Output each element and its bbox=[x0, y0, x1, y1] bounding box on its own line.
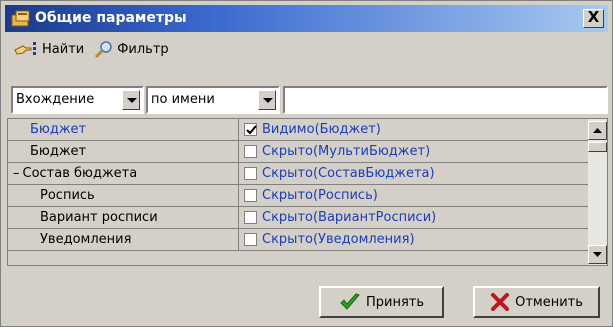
row-name: Состав бюджета bbox=[22, 166, 138, 181]
match-field-value: по имени bbox=[151, 92, 215, 107]
filter-button[interactable]: Фильтр bbox=[94, 40, 169, 58]
arrow-up-icon bbox=[593, 128, 602, 133]
match-field-select[interactable]: по имени bbox=[146, 86, 280, 114]
row-value-cell[interactable]: Скрыто(СоставБюджета) bbox=[239, 163, 588, 185]
visibility-checkbox[interactable] bbox=[244, 123, 257, 136]
find-icon bbox=[14, 42, 36, 55]
table-row[interactable]: Бюджет Скрыто(МультиБюджет) bbox=[8, 141, 588, 163]
row-value: Видимо(Бюджет) bbox=[262, 122, 381, 137]
row-value: Скрыто(МультиБюджет) bbox=[262, 144, 431, 159]
accept-label: Принять bbox=[365, 294, 425, 310]
row-name-cell[interactable]: Уведомления bbox=[8, 229, 239, 251]
cross-icon bbox=[491, 293, 510, 311]
table-row[interactable]: – Состав бюджета Скрыто(СоставБюджета) bbox=[8, 163, 588, 185]
table-row[interactable]: Уведомления Скрыто(Уведомления) bbox=[8, 229, 588, 251]
row-value-cell[interactable]: Скрыто(ВариантРосписи) bbox=[239, 207, 588, 229]
checkmark-icon bbox=[340, 293, 360, 310]
row-value-cell[interactable]: Скрыто(Роспись) bbox=[239, 185, 588, 207]
arrow-down-icon bbox=[593, 252, 602, 257]
visibility-checkbox[interactable] bbox=[244, 145, 257, 158]
row-value-cell[interactable]: Видимо(Бюджет) bbox=[239, 119, 588, 141]
table-row[interactable]: Роспись Скрыто(Роспись) bbox=[8, 185, 588, 207]
match-mode-value: Вхождение bbox=[16, 92, 95, 107]
row-value-cell[interactable]: Скрыто(МультиБюджет) bbox=[239, 141, 588, 163]
cancel-button[interactable]: Отменить bbox=[473, 286, 600, 318]
row-value: Скрыто(ВариантРосписи) bbox=[262, 210, 437, 225]
collapse-icon[interactable]: – bbox=[13, 166, 20, 181]
table-row[interactable]: Вариант росписи Скрыто(ВариантРосписи) bbox=[8, 207, 588, 229]
chevron-down-icon[interactable] bbox=[122, 90, 140, 110]
chevron-down-icon[interactable] bbox=[258, 90, 276, 110]
row-value-cell[interactable]: Скрыто(Уведомления) bbox=[239, 229, 588, 251]
filter-label: Фильтр bbox=[117, 41, 169, 57]
row-name-cell[interactable]: Бюджет bbox=[8, 119, 239, 141]
close-icon: X bbox=[587, 8, 600, 26]
app-icon bbox=[11, 9, 31, 27]
search-input[interactable] bbox=[283, 86, 608, 114]
vertical-scrollbar[interactable] bbox=[588, 119, 607, 265]
row-name-cell[interactable]: Вариант росписи bbox=[8, 207, 239, 229]
row-name-cell[interactable]: – Состав бюджета bbox=[8, 163, 239, 185]
scroll-thumb[interactable] bbox=[588, 142, 607, 152]
visibility-checkbox[interactable] bbox=[244, 167, 257, 180]
row-name-cell[interactable]: Бюджет bbox=[8, 141, 239, 163]
checkmark-icon bbox=[246, 125, 257, 135]
row-name: Роспись bbox=[40, 188, 95, 203]
row-name-cell[interactable]: Роспись bbox=[8, 185, 239, 207]
table-row[interactable]: Бюджет Видимо(Бюджет) bbox=[8, 119, 588, 141]
visibility-checkbox[interactable] bbox=[244, 189, 257, 202]
row-value: Скрыто(Уведомления) bbox=[262, 232, 415, 247]
visibility-checkbox[interactable] bbox=[244, 211, 257, 224]
row-name: Бюджет bbox=[30, 144, 87, 159]
scroll-down-button[interactable] bbox=[588, 245, 607, 264]
cancel-label: Отменить bbox=[515, 294, 583, 310]
visibility-checkbox[interactable] bbox=[244, 233, 257, 246]
close-button[interactable]: X bbox=[583, 9, 604, 28]
title-bar[interactable]: Общие параметры X bbox=[5, 5, 608, 32]
accept-button[interactable]: Принять bbox=[319, 286, 444, 318]
find-label: Найти bbox=[42, 41, 85, 57]
dialog-window: Общие параметры X Найти Фильтр Вхождение… bbox=[0, 0, 613, 327]
magnifier-icon bbox=[95, 41, 112, 58]
parameters-grid: Бюджет Видимо(Бюджет) Бюджет Скрыто(МультиБ… bbox=[7, 118, 608, 266]
toolbar: Найти Фильтр bbox=[13, 38, 179, 60]
find-button[interactable]: Найти bbox=[13, 40, 84, 58]
scroll-up-button[interactable] bbox=[588, 121, 607, 140]
window-title: Общие параметры bbox=[35, 10, 187, 26]
row-value: Скрыто(Роспись) bbox=[262, 188, 378, 203]
match-mode-select[interactable]: Вхождение bbox=[11, 86, 144, 114]
row-name: Уведомления bbox=[40, 232, 132, 247]
row-name: Вариант росписи bbox=[40, 210, 158, 225]
row-name: Бюджет bbox=[30, 122, 87, 137]
row-value: Скрыто(СоставБюджета) bbox=[262, 166, 435, 181]
